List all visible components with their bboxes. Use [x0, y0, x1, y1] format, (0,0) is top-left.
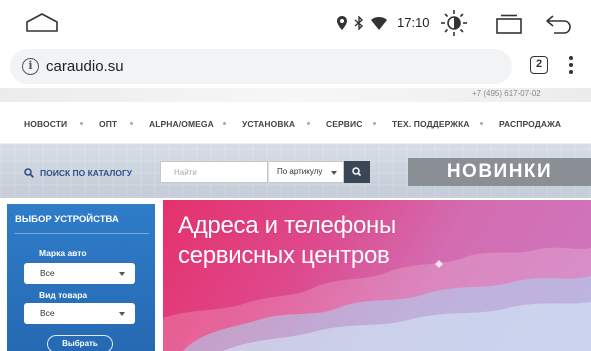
browser-menu-icon[interactable] [567, 54, 575, 76]
car-brand-select[interactable]: Все [24, 263, 135, 284]
url-text[interactable]: caraudio.su [46, 58, 124, 75]
nav-item-service[interactable]: СЕРВИС [326, 119, 362, 129]
nav-item-wholesale[interactable]: ОПТ [99, 119, 117, 129]
device-picker: ВЫБОР УСТРОЙСТВА Марка авто Все Вид това… [7, 204, 155, 351]
site-top-strip: +7 (495) 617-07-02 [0, 88, 591, 102]
catalog-search-bar: ПОИСК ПО КАТАЛОГУ По артикулу НОВИНКИ [0, 144, 591, 198]
select-device-button[interactable]: Выбрать [47, 335, 113, 351]
clock: 17:10 [397, 15, 430, 30]
chevron-down-icon [331, 171, 337, 175]
search-mode-value: По артикулу [277, 167, 323, 176]
location-icon [337, 16, 347, 30]
chevron-down-icon [119, 312, 125, 316]
nav-separator [373, 122, 376, 125]
nav-item-news[interactable]: НОВОСТИ [24, 119, 67, 129]
search-field[interactable] [160, 161, 268, 183]
car-brand-label: Марка авто [39, 248, 87, 258]
nav-item-sale[interactable]: РАСПРОДАЖА [499, 119, 561, 129]
car-brand-value: Все [40, 268, 55, 278]
search-icon [352, 167, 362, 177]
nav-separator [223, 122, 226, 125]
nav-separator [480, 122, 483, 125]
nav-item-support[interactable]: ТЕХ. ПОДДЕРЖКА [392, 119, 470, 129]
main-nav: НОВОСТИ ОПТ ALPHA/OMEGA УСТАНОВКА СЕРВИС… [0, 102, 591, 144]
divider [14, 233, 149, 234]
search-button[interactable] [344, 161, 370, 183]
search-mode-select[interactable]: По артикулу [268, 161, 344, 183]
product-type-value: Все [40, 308, 55, 318]
search-icon [24, 168, 34, 178]
address-bar[interactable]: i caraudio.su [10, 49, 512, 84]
status-bar: 17:10 [0, 0, 591, 46]
product-type-select[interactable]: Все [24, 303, 135, 324]
nav-separator [130, 122, 133, 125]
wifi-icon [371, 16, 387, 30]
brightness-icon[interactable] [441, 9, 467, 37]
site-phone[interactable]: +7 (495) 617-07-02 [472, 89, 541, 98]
nav-item-alpha-omega[interactable]: ALPHA/OMEGA [149, 119, 214, 129]
recent-apps-icon[interactable] [494, 14, 524, 34]
nav-item-installation[interactable]: УСТАНОВКА [242, 119, 295, 129]
back-icon[interactable] [544, 13, 572, 35]
bluetooth-icon [354, 16, 364, 30]
system-icons [337, 12, 387, 34]
device-picker-title: ВЫБОР УСТРОЙСТВА [15, 214, 119, 225]
nav-separator [80, 122, 83, 125]
product-type-label: Вид товара [39, 290, 88, 300]
banner-title-line-1: Адреса и телефоны [178, 212, 396, 239]
search-input[interactable] [161, 162, 267, 183]
catalog-search-text: ПОИСК ПО КАТАЛОГУ [40, 168, 133, 178]
service-centers-banner[interactable]: Адреса и телефоны сервисных центров [163, 200, 591, 351]
new-arrivals-button[interactable]: НОВИНКИ [408, 158, 591, 186]
browser-toolbar: i caraudio.su 2 [0, 46, 591, 88]
site-info-icon[interactable]: i [22, 58, 39, 75]
nav-separator [307, 122, 310, 125]
banner-title-line-2: сервисных центров [178, 242, 390, 269]
catalog-search-label: ПОИСК ПО КАТАЛОГУ [24, 168, 132, 178]
chevron-down-icon [119, 272, 125, 276]
home-icon[interactable] [24, 11, 60, 33]
tab-switcher-button[interactable]: 2 [530, 56, 548, 74]
